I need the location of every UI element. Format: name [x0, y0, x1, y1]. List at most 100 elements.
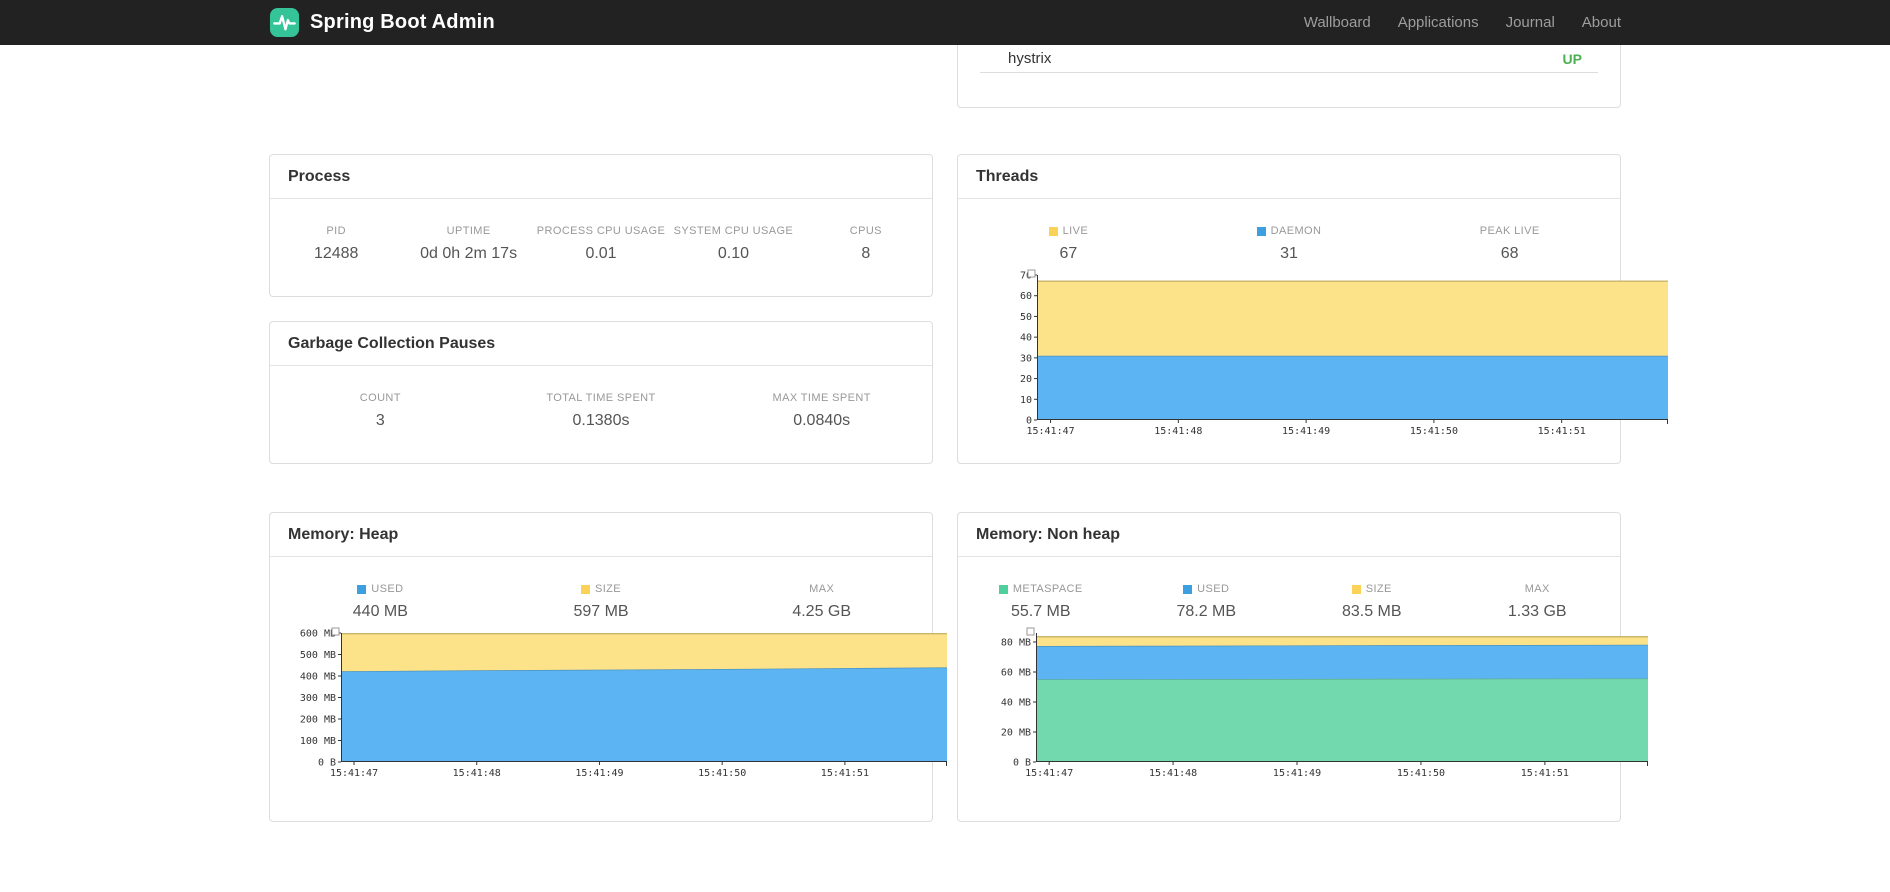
nav-link-wallboard[interactable]: Wallboard	[1304, 14, 1371, 31]
memory-heap-panel-title: Memory: Heap	[270, 513, 932, 557]
metric-pid: PID 12488	[270, 225, 402, 263]
status-badge: UP	[1562, 50, 1582, 67]
metric-label: LIVE	[958, 225, 1179, 237]
svg-text:0 B: 0 B	[318, 758, 336, 769]
metric-value: 78.2 MB	[1176, 603, 1237, 620]
metric-label: MAX TIME SPENT	[772, 392, 871, 404]
threads-panel-title: Threads	[958, 155, 1620, 199]
metric-label: USED	[270, 583, 491, 595]
metric-label: TOTAL TIME SPENT	[546, 392, 656, 404]
metric-heap-max: MAX 4.25 GB	[711, 583, 932, 621]
memory-heap-chart: 0 B 100 MB 200 MB 300 MB 400 MB 500 MB 600 MB 1…	[270, 627, 948, 782]
right-column: hystrix UP Threads LIVE 67 DAEMON 31 PEA…	[957, 45, 1668, 822]
metric-threads-peak-live: PEAK LIVE 68	[1399, 225, 1620, 263]
metric-value: 4.25 GB	[792, 603, 852, 620]
nav-link-journal[interactable]: Journal	[1506, 14, 1555, 31]
process-panel: Process PID 12488 UPTIME 0d 0h 2m 17s PR…	[269, 154, 933, 297]
top-navbar: Spring Boot Admin Wallboard Applications…	[0, 0, 1890, 45]
metric-value: 597 MB	[573, 603, 629, 620]
svg-text:40: 40	[1020, 333, 1032, 344]
memory-heap-panel-body: USED 440 MB SIZE 597 MB MAX 4.25 GB 0 B …	[270, 557, 948, 782]
metric-value: 3	[375, 412, 385, 429]
svg-text:20 MB: 20 MB	[1001, 728, 1031, 739]
metric-gc-total-time: TOTAL TIME SPENT 0.1380s	[491, 392, 712, 430]
brand[interactable]: Spring Boot Admin	[269, 7, 495, 38]
nav-link-applications[interactable]: Applications	[1398, 14, 1479, 31]
svg-text:15:41:47: 15:41:47	[1025, 768, 1073, 779]
metric-label: CPUS	[849, 225, 882, 237]
process-panel-title: Process	[270, 155, 932, 199]
svg-text:15:41:50: 15:41:50	[698, 768, 746, 779]
svg-text:0: 0	[1026, 416, 1032, 427]
metric-value: 55.7 MB	[1010, 603, 1071, 620]
metric-gc-count: COUNT 3	[270, 392, 491, 430]
metric-label: PROCESS CPU USAGE	[536, 225, 666, 237]
metric-nonheap-used: USED 78.2 MB	[1124, 583, 1290, 621]
svg-text:60 MB: 60 MB	[1001, 668, 1031, 679]
metric-process-cpu-usage: PROCESS CPU USAGE 0.01	[535, 225, 667, 263]
svg-text:80 MB: 80 MB	[1001, 638, 1031, 649]
metric-value: 0.1380s	[572, 412, 630, 429]
svg-text:15:41:51: 15:41:51	[1521, 768, 1569, 779]
metric-threads-daemon: DAEMON 31	[1179, 225, 1400, 263]
process-panel-body: PID 12488 UPTIME 0d 0h 2m 17s PROCESS CP…	[270, 199, 932, 263]
nav-link-about[interactable]: About	[1582, 14, 1621, 31]
svg-text:20: 20	[1020, 374, 1032, 385]
metric-value: 1.33 GB	[1507, 603, 1567, 620]
gc-pauses-panel: Garbage Collection Pauses COUNT 3 TOTAL …	[269, 321, 933, 464]
svg-text:10: 10	[1020, 395, 1032, 406]
application-health-panel: hystrix UP	[957, 45, 1621, 108]
svg-text:15:41:48: 15:41:48	[453, 768, 501, 779]
metric-value: 0.0840s	[793, 412, 851, 429]
svg-text:300 MB: 300 MB	[300, 693, 336, 704]
metric-nonheap-size: SIZE 83.5 MB	[1289, 583, 1455, 621]
memory-heap-panel: Memory: Heap USED 440 MB SIZE 597 MB MAX…	[269, 512, 948, 822]
metric-value: 12488	[313, 245, 359, 262]
svg-text:15:41:49: 15:41:49	[1282, 426, 1330, 437]
threads-chart: 0 10 20 30 40 50 60 70 15:41:47 15:41:48 15:41:49 1…	[958, 269, 1668, 440]
memory-nonheap-panel-body: METASPACE 55.7 MB USED 78.2 MB SIZE 83.5…	[958, 557, 1649, 782]
legend-swatch-size	[580, 584, 590, 594]
navbar-container: Spring Boot Admin Wallboard Applications…	[269, 0, 1621, 45]
legend-swatch-used	[1183, 584, 1193, 594]
gc-panel-title: Garbage Collection Pauses	[270, 322, 932, 366]
metric-value: 0.01	[585, 245, 617, 262]
svg-text:15:41:48: 15:41:48	[1154, 426, 1202, 437]
svg-text:15:41:50: 15:41:50	[1397, 768, 1445, 779]
metric-heap-size: SIZE 597 MB	[491, 583, 712, 621]
svg-text:600 MB: 600 MB	[300, 629, 336, 640]
memory-nonheap-panel: Memory: Non heap METASPACE 55.7 MB USED	[957, 512, 1649, 822]
svg-text:15:41:51: 15:41:51	[1538, 426, 1586, 437]
svg-text:15:41:47: 15:41:47	[1026, 426, 1074, 437]
svg-text:200 MB: 200 MB	[300, 715, 336, 726]
svg-text:15:41:50: 15:41:50	[1410, 426, 1458, 437]
metric-nonheap-max: MAX 1.33 GB	[1455, 583, 1621, 621]
memory-nonheap-chart: 0 B 20 MB 40 MB 60 MB 80 MB 15:41:47 15:41:48 1…	[958, 627, 1649, 782]
metric-heap-used: USED 440 MB	[270, 583, 491, 621]
metric-label: COUNT	[359, 392, 401, 404]
metric-value: 0d 0h 2m 17s	[420, 245, 518, 262]
metric-label: DAEMON	[1179, 225, 1400, 237]
metric-value: 31	[1280, 245, 1298, 262]
legend-swatch-metaspace	[998, 584, 1008, 594]
svg-text:500 MB: 500 MB	[300, 650, 336, 661]
metric-cpus: CPUS 8	[800, 225, 932, 263]
metric-uptime: UPTIME 0d 0h 2m 17s	[402, 225, 534, 263]
metric-nonheap-metaspace: METASPACE 55.7 MB	[958, 583, 1124, 621]
health-row-hystrix[interactable]: hystrix UP	[980, 45, 1598, 73]
legend-swatch-live	[1048, 226, 1058, 236]
metric-label: USED	[1124, 583, 1290, 595]
metric-value: 68	[1500, 245, 1519, 262]
metric-value: 0.10	[717, 245, 749, 262]
metric-label: MAX	[809, 583, 835, 595]
legend-swatch-used	[357, 584, 367, 594]
svg-text:100 MB: 100 MB	[300, 736, 336, 747]
legend-swatch-daemon	[1256, 226, 1266, 236]
svg-text:15:41:51: 15:41:51	[821, 768, 869, 779]
health-indicator-name: hystrix	[1008, 50, 1052, 67]
metric-label: UPTIME	[446, 225, 491, 237]
svg-text:15:41:49: 15:41:49	[1273, 768, 1321, 779]
spring-boot-admin-logo-icon	[269, 7, 300, 38]
threads-panel-body: LIVE 67 DAEMON 31 PEAK LIVE 68 0 10 20 3…	[958, 199, 1668, 440]
svg-text:400 MB: 400 MB	[300, 672, 336, 683]
